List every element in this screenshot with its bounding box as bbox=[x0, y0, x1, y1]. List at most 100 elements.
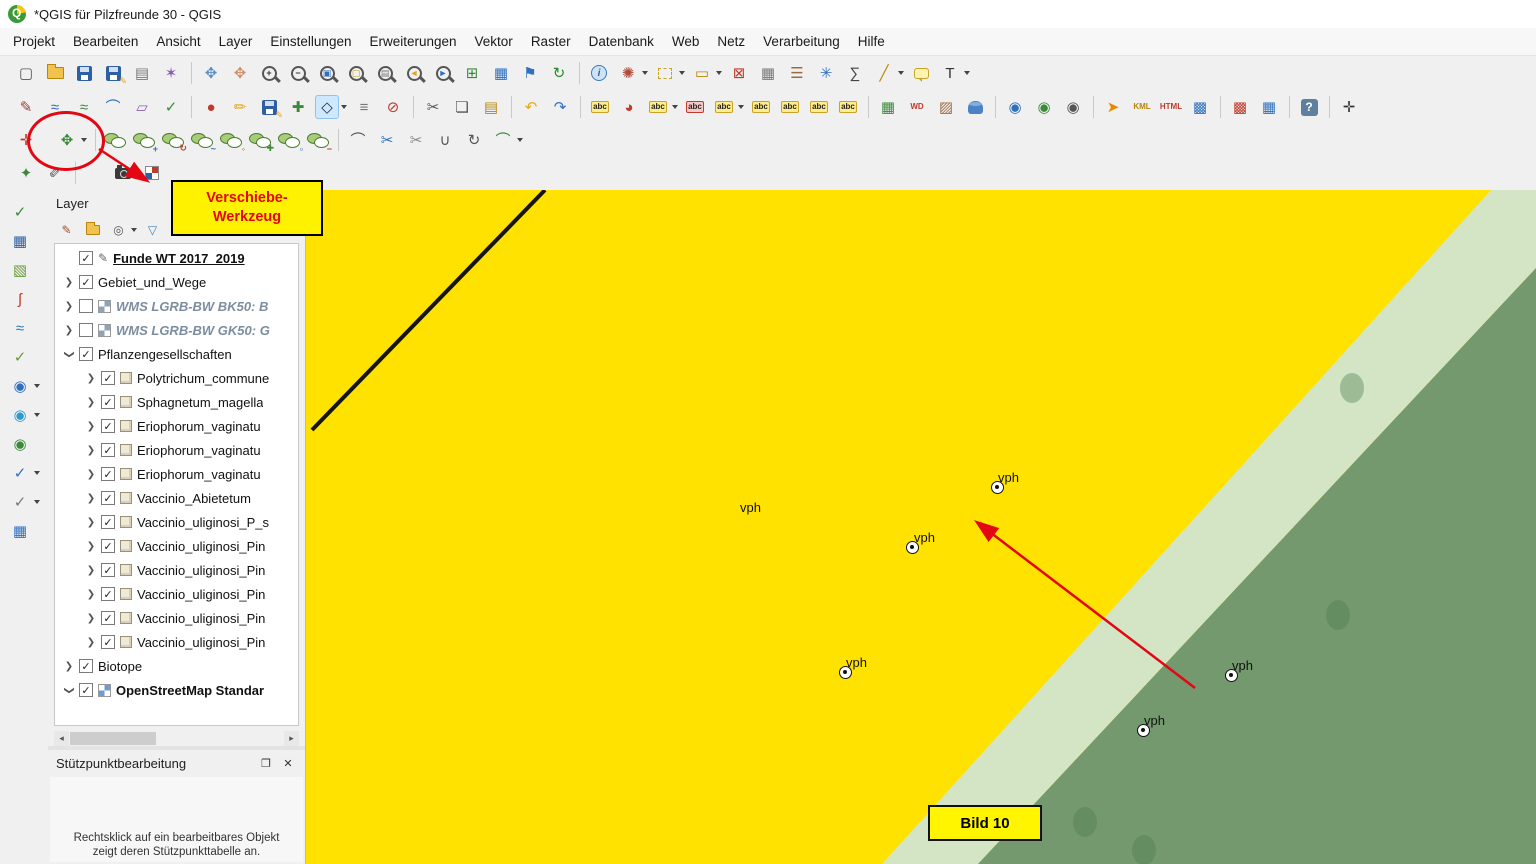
toggle-editing-button[interactable]: ✏ bbox=[228, 95, 252, 119]
current-edits-button[interactable]: ✎ bbox=[14, 95, 38, 119]
new-3d-map-view-button[interactable]: ▦ bbox=[489, 61, 513, 85]
copy-move-feature-button[interactable] bbox=[103, 128, 127, 152]
wd-plugin-button[interactable]: WD bbox=[905, 95, 929, 119]
manage-map-themes-button[interactable]: ◎ bbox=[108, 220, 129, 241]
save-layer-edits-button[interactable]: ✎ bbox=[257, 95, 281, 119]
zoom-out-button[interactable]: − bbox=[286, 61, 310, 85]
manage-map-themes-dropdown[interactable] bbox=[131, 228, 137, 232]
expand-arrow[interactable]: ❯ bbox=[83, 613, 99, 624]
measure-line-dropdown[interactable] bbox=[898, 71, 904, 75]
delete-ring-button[interactable]: − bbox=[306, 128, 330, 152]
layer-item-biotope[interactable]: ❯✓Biotope bbox=[55, 654, 298, 678]
layer-item-vaccinio-abietetum[interactable]: ❯✓Vaccinio_Abietetum bbox=[55, 486, 298, 510]
layer-item-eriophorum-vaginatu[interactable]: ❯✓Eriophorum_vaginatu bbox=[55, 414, 298, 438]
layer-item-eriophorum-vaginatu[interactable]: ❯✓Eriophorum_vaginatu bbox=[55, 438, 298, 462]
expand-arrow[interactable]: ❯ bbox=[83, 493, 99, 504]
edits-menu-button[interactable]: ● bbox=[199, 95, 223, 119]
table-tools-button[interactable]: ▦ bbox=[1257, 95, 1281, 119]
close-panel-icon[interactable]: ✕ bbox=[279, 755, 297, 773]
open-attribute-table-button[interactable]: ▦ bbox=[756, 61, 780, 85]
layer-item-vaccinio-uliginosi-p-s[interactable]: ❯✓Vaccinio_uliginosi_P_s bbox=[55, 510, 298, 534]
layer-visibility-checkbox[interactable]: ✓ bbox=[101, 443, 115, 457]
copy-features-button[interactable]: ❏ bbox=[450, 95, 474, 119]
pan-to-selection-button[interactable]: ✥ bbox=[228, 61, 252, 85]
data-table-tool-button[interactable]: ▦ bbox=[8, 519, 32, 543]
select-by-value-button[interactable]: ▭ bbox=[690, 61, 714, 85]
undo-button[interactable]: ↶ bbox=[519, 95, 543, 119]
expand-arrow[interactable]: ❯ bbox=[83, 469, 99, 480]
stamp-tool-button[interactable]: ▱ bbox=[130, 95, 154, 119]
run-feature-action-dropdown[interactable] bbox=[642, 71, 648, 75]
save-map-image-button[interactable] bbox=[111, 161, 135, 185]
show-hide-labels-dropdown[interactable] bbox=[738, 105, 744, 109]
curve-digitize-button[interactable]: ʃ bbox=[8, 287, 32, 311]
tile-index-button[interactable]: ▦ bbox=[8, 229, 32, 253]
map-canvas[interactable]: vphvphvphvphvphvph Bild 10 bbox=[306, 190, 1536, 864]
add-part-button[interactable]: ✚ bbox=[248, 128, 272, 152]
refresh-map-button[interactable]: ↻ bbox=[547, 61, 571, 85]
layer-visibility-checkbox[interactable]: ✓ bbox=[79, 683, 93, 697]
text-annotation-dropdown[interactable] bbox=[964, 71, 970, 75]
advanced-digitizing-panel-button[interactable]: ✓ bbox=[159, 95, 183, 119]
layer-visibility-checkbox[interactable]: ✓ bbox=[101, 611, 115, 625]
search-plugin-button[interactable]: ◉ bbox=[1061, 95, 1085, 119]
layer-visibility-checkbox[interactable]: ✓ bbox=[101, 563, 115, 577]
hscroll-thumb[interactable] bbox=[70, 732, 156, 745]
delete-selected-button[interactable]: ⊘ bbox=[381, 95, 405, 119]
select-features-button[interactable] bbox=[653, 61, 677, 85]
expand-arrow[interactable]: ❯ bbox=[61, 661, 77, 672]
collapse-arrow[interactable]: ❯ bbox=[64, 346, 75, 362]
menu-vektor[interactable]: Vektor bbox=[466, 30, 522, 53]
layer-visibility-checkbox[interactable]: ✓ bbox=[101, 491, 115, 505]
polygon-tools-button[interactable]: ▧ bbox=[8, 258, 32, 282]
web-globe-button[interactable]: ◉ bbox=[8, 374, 32, 398]
zoom-next-button[interactable]: ► bbox=[431, 61, 455, 85]
layer-visibility-checkbox[interactable]: ✓ bbox=[101, 539, 115, 553]
collapse-arrow[interactable]: ❯ bbox=[64, 682, 75, 698]
layer-visibility-checkbox[interactable]: ✓ bbox=[101, 587, 115, 601]
osm-globe-button[interactable]: ◉ bbox=[8, 432, 32, 456]
highlight-labels-button[interactable]: abc bbox=[683, 95, 707, 119]
hscroll-right-arrow[interactable]: ▸ bbox=[284, 731, 299, 746]
selection-tools-button[interactable] bbox=[140, 161, 164, 185]
expand-arrow[interactable]: ❯ bbox=[83, 397, 99, 408]
html-tools-button[interactable]: HTML bbox=[1159, 95, 1183, 119]
web-services-button[interactable]: ◉ bbox=[1032, 95, 1056, 119]
menu-erweiterungen[interactable]: Erweiterungen bbox=[360, 30, 465, 53]
vertex-tool-button[interactable]: ◇ bbox=[315, 95, 339, 119]
processing-options-button[interactable]: ✳ bbox=[814, 61, 838, 85]
layer-labeling-button[interactable]: abc bbox=[588, 95, 612, 119]
save-project-as-button[interactable]: ✎ bbox=[101, 61, 125, 85]
plugin-tools-button[interactable]: ➤ bbox=[1101, 95, 1125, 119]
split-features-button[interactable]: ✂ bbox=[375, 128, 399, 152]
zoom-to-layer-button[interactable]: ▤ bbox=[373, 61, 397, 85]
field-calculator-button[interactable]: ☰ bbox=[785, 61, 809, 85]
offset-curve-button[interactable]: ⌒ bbox=[491, 128, 515, 152]
move-label-button[interactable]: abc bbox=[749, 95, 773, 119]
expand-arrow[interactable]: ❯ bbox=[83, 637, 99, 648]
contour-tools-button[interactable]: ≈ bbox=[8, 316, 32, 340]
cut-features-button[interactable]: ✂ bbox=[421, 95, 445, 119]
menu-ansicht[interactable]: Ansicht bbox=[147, 30, 209, 53]
redo-button[interactable]: ↷ bbox=[548, 95, 572, 119]
layer-item-openstreetmap-standar[interactable]: ❯✓OpenStreetMap Standar bbox=[55, 678, 298, 702]
filter-legend-button[interactable]: ▽ bbox=[142, 220, 163, 241]
layer-styling-button[interactable]: ✎ bbox=[56, 220, 77, 241]
statistical-summary-button[interactable]: ∑ bbox=[843, 61, 867, 85]
layer-visibility-checkbox[interactable]: ✓ bbox=[101, 635, 115, 649]
layer-visibility-checkbox[interactable]: ✓ bbox=[79, 275, 93, 289]
menu-web[interactable]: Web bbox=[663, 30, 709, 53]
modify-attributes-button[interactable]: ≡ bbox=[352, 95, 376, 119]
topology-check-button[interactable]: ✓ bbox=[8, 345, 32, 369]
layer-visibility-checkbox[interactable]: ✓ bbox=[79, 347, 93, 361]
layer-item-vaccinio-uliginosi-pin[interactable]: ❯✓Vaccinio_uliginosi_Pin bbox=[55, 630, 298, 654]
layer-visibility-checkbox[interactable] bbox=[79, 323, 93, 337]
menu-einstellungen[interactable]: Einstellungen bbox=[261, 30, 360, 53]
expand-arrow[interactable]: ❯ bbox=[83, 541, 99, 552]
map-tips-button[interactable] bbox=[909, 61, 933, 85]
layer-visibility-checkbox[interactable]: ✓ bbox=[79, 251, 93, 265]
zoom-full-extent-button[interactable]: ▣ bbox=[315, 61, 339, 85]
layer-diagram-button[interactable]: ◕ bbox=[617, 95, 641, 119]
fill-ring-button[interactable]: ▫ bbox=[277, 128, 301, 152]
pin-labels-button[interactable]: abc bbox=[646, 95, 670, 119]
